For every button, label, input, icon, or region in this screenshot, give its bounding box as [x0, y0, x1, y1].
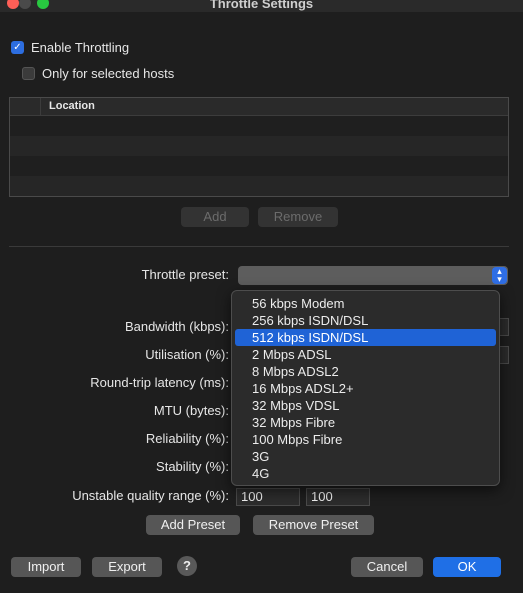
enable-throttling-checkbox[interactable]: ✓ [11, 41, 24, 54]
preset-option[interactable]: 256 kbps ISDN/DSL [235, 312, 496, 329]
add-preset-button[interactable]: Add Preset [146, 515, 240, 535]
chevron-updown-icon: ▴ ▾ [492, 267, 507, 284]
table-row [10, 136, 508, 156]
location-column-header[interactable]: Location [49, 100, 95, 112]
bandwidth-label: Bandwidth (kbps): [124, 319, 229, 334]
preset-option[interactable]: 8 Mbps ADSL2 [235, 363, 496, 380]
preset-option[interactable]: 16 Mbps ADSL2+ [235, 380, 496, 397]
enable-throttling-label[interactable]: Enable Throttling [31, 40, 129, 56]
reliability-label: Reliability (%): [145, 431, 229, 446]
checkmark-icon: ✓ [13, 41, 22, 53]
mtu-label: MTU (bytes): [153, 403, 229, 418]
window-title: Throttle Settings [209, 0, 314, 11]
throttle-preset-label: Throttle preset: [141, 267, 229, 282]
preset-option[interactable]: 32 Mbps Fibre [235, 414, 496, 431]
unstable-range-label: Unstable quality range (%): [72, 488, 229, 503]
table-header: Location [10, 98, 508, 116]
preset-option[interactable]: 3G [235, 448, 496, 465]
preset-option[interactable]: 100 Mbps Fibre [235, 431, 496, 448]
preset-option[interactable]: 56 kbps Modem [235, 295, 496, 312]
preset-option[interactable]: 32 Mbps VDSL [235, 397, 496, 414]
table-row [10, 156, 508, 176]
ok-button[interactable]: OK [433, 557, 501, 577]
throttle-preset-select[interactable]: ▴ ▾ [238, 266, 508, 285]
only-selected-hosts-checkbox[interactable] [22, 67, 35, 80]
utilisation-label: Utilisation (%): [145, 347, 229, 362]
latency-label: Round-trip latency (ms): [90, 375, 229, 390]
unstable-range-min-field[interactable]: 100 [236, 488, 300, 506]
preset-option[interactable]: 4G [235, 465, 496, 482]
divider [9, 246, 509, 247]
help-icon[interactable]: ? [177, 556, 197, 576]
table-row [10, 116, 508, 136]
export-button[interactable]: Export [92, 557, 162, 577]
table-row [10, 176, 508, 196]
only-selected-hosts-label[interactable]: Only for selected hosts [42, 66, 174, 82]
add-host-button[interactable]: Add [181, 207, 249, 227]
hosts-table[interactable]: Location [9, 97, 509, 197]
remove-preset-button[interactable]: Remove Preset [253, 515, 374, 535]
import-button[interactable]: Import [11, 557, 81, 577]
unstable-range-max-field[interactable]: 100 [306, 488, 370, 506]
preset-option-highlighted[interactable]: 512 kbps ISDN/DSL [235, 329, 496, 346]
preset-dropdown-menu: 56 kbps Modem 256 kbps ISDN/DSL 512 kbps… [231, 290, 500, 486]
remove-host-button[interactable]: Remove [258, 207, 338, 227]
preset-option[interactable]: 2 Mbps ADSL [235, 346, 496, 363]
cancel-button[interactable]: Cancel [351, 557, 423, 577]
stability-label: Stability (%): [156, 459, 229, 474]
